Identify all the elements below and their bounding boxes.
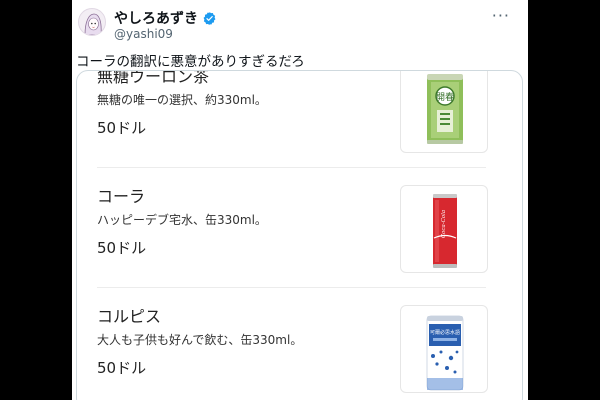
menu-item-description: 無糖の唯一の選択、約330ml。 (97, 93, 267, 107)
product-image-oolong: 開春 (400, 71, 488, 153)
author-handle[interactable]: @yashi09 (114, 27, 173, 41)
menu-item: 無糖ウーロン茶 無糖の唯一の選択、約330ml。 50ドル 開春 (77, 70, 522, 173)
menu-item: コーラ ハッピーデブ宅水、缶330ml。 50ドル Coca-Cola (77, 173, 522, 293)
more-icon[interactable]: ··· (492, 6, 510, 25)
avatar-illustration (84, 13, 102, 35)
menu-item-description: ハッピーデブ宅水、缶330ml。 (97, 213, 267, 227)
author-name-row: やしろあずき (114, 8, 217, 28)
product-image-calpis: 可爾必思水語 (400, 305, 488, 393)
tweet-page: やしろあずき @yashi09 ··· コーラの翻訳に悪意がありすぎるだろ 無糖… (72, 0, 528, 400)
author-display-name[interactable]: やしろあずき (114, 8, 198, 28)
menu-item-title: 無糖ウーロン茶 (97, 70, 210, 86)
calpis-can-label: 可爾必思水語 (430, 329, 460, 336)
menu-item: コルピス 大人も子供も好んで飲む、缶330ml。 50ドル 可爾必思水語 (77, 293, 522, 400)
menu-item-price: 50ドル (97, 239, 147, 257)
verified-badge-icon (203, 11, 216, 25)
menu-item-title: コーラ (97, 187, 146, 206)
cola-can-label: Coca-Cola (441, 210, 447, 238)
menu-item-price: 50ドル (97, 359, 147, 377)
menu-item-price: 50ドル (97, 119, 147, 137)
menu-item-description: 大人も子供も好んで飲む、缶330ml。 (97, 333, 303, 347)
divider (97, 167, 486, 168)
tweet-image[interactable]: 無糖ウーロン茶 無糖の唯一の選択、約330ml。 50ドル 開春 コーラ ハッピ… (76, 70, 523, 400)
oolong-can-label: 開春 (436, 91, 454, 103)
product-image-cola: Coca-Cola (400, 185, 488, 273)
menu-item-title: コルピス (97, 307, 162, 326)
oolong-can-illustration: 開春 (427, 74, 463, 144)
divider (97, 287, 486, 288)
cola-can-illustration: Coca-Cola (433, 194, 457, 268)
tweet-text: コーラの翻訳に悪意がありすぎるだろ (76, 54, 305, 70)
avatar[interactable] (78, 8, 106, 36)
calpis-can-illustration: 可爾必思水語 (426, 315, 464, 391)
